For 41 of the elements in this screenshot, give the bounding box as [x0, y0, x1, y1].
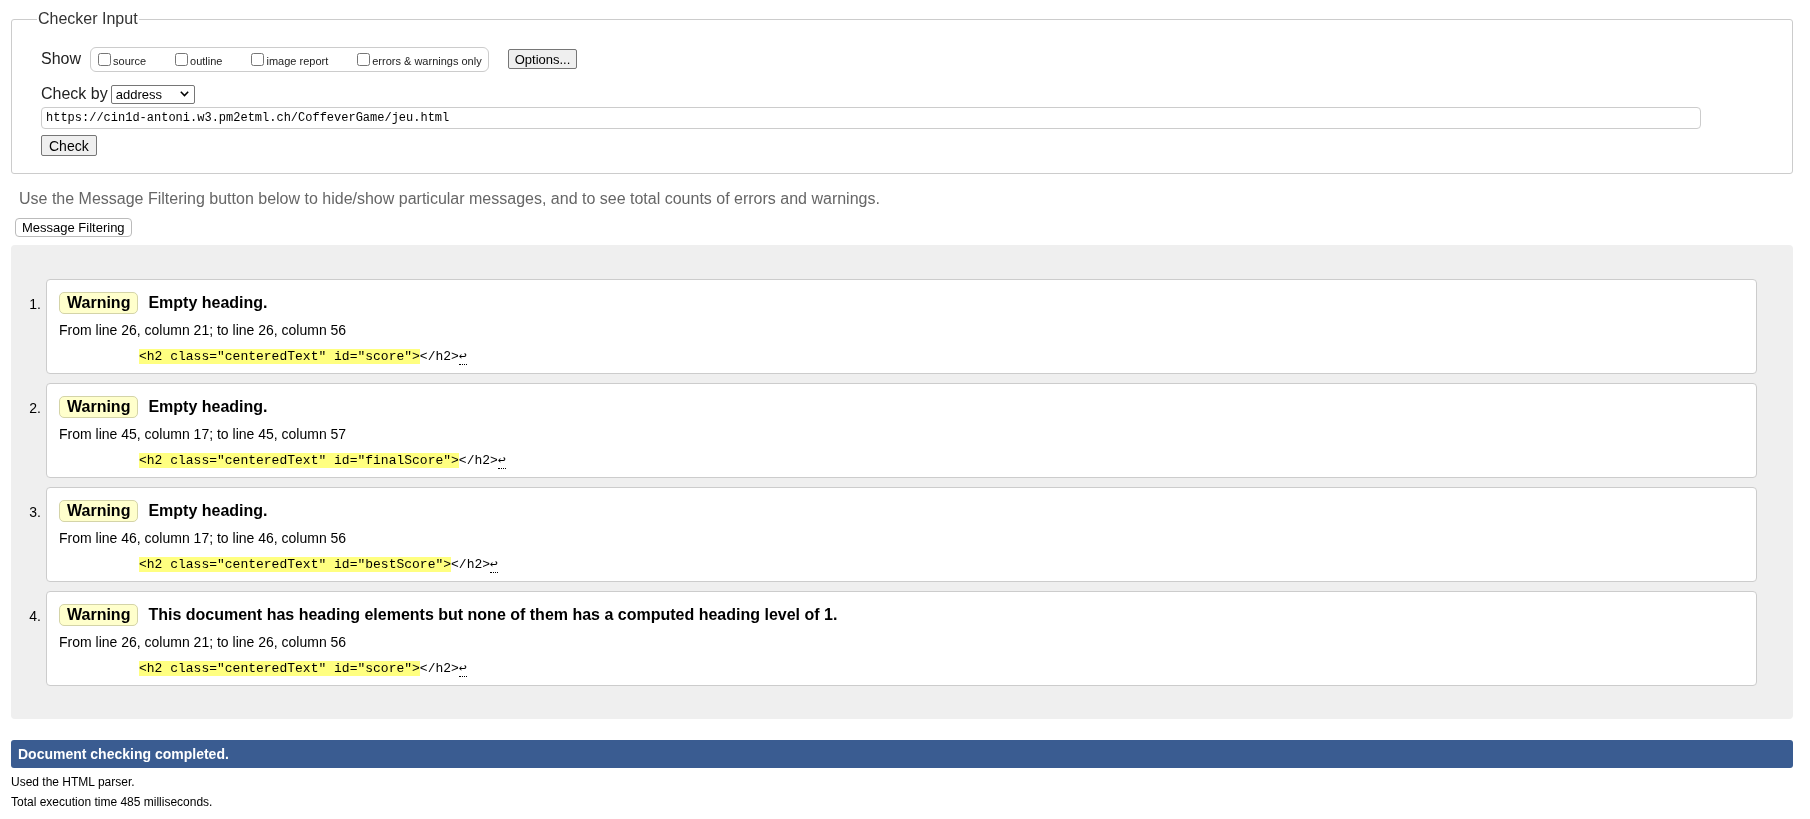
- message-location: From line 45, column 17; to line 45, column 57: [59, 425, 348, 443]
- check-by-label: Check by: [41, 85, 108, 103]
- checkbox-label[interactable]: source: [113, 54, 147, 67]
- show-label: Show: [41, 50, 82, 68]
- code-extract: <h2 class="centeredText" id="score"></h2>: [139, 348, 459, 366]
- message-title: Empty heading.: [148, 501, 268, 521]
- code-extract: <h2 class="centeredText" id="finalScore"></h2>: [139, 452, 498, 470]
- footer-note: Used the HTML parser.: [11, 774, 136, 791]
- footer-note: Total execution time 485 milliseconds.: [11, 794, 214, 811]
- check-by-dropdown[interactable]: address: [110, 84, 195, 104]
- chevron-down-icon: [179, 91, 189, 97]
- message-title: Empty heading.: [148, 397, 268, 417]
- status-bar: Document checking completed.: [11, 740, 1793, 768]
- message-type-badge: Warning: [59, 396, 139, 418]
- section-legend: Checker Input: [37, 9, 139, 29]
- checkbox[interactable]: [357, 52, 371, 66]
- checkbox[interactable]: [251, 52, 265, 66]
- message-location: From line 26, column 21; to line 26, column 56: [59, 321, 348, 339]
- checkbox[interactable]: [98, 52, 112, 66]
- checkbox[interactable]: [175, 52, 189, 66]
- message-number: 4.: [29, 607, 41, 626]
- check-button[interactable]: Check: [41, 135, 97, 156]
- message-type-badge: Warning: [59, 604, 139, 626]
- message-number: 3.: [29, 503, 41, 522]
- message-type-badge: Warning: [59, 292, 139, 314]
- message-location: From line 46, column 17; to line 46, column 56: [59, 529, 348, 547]
- filter-hint: Use the Message Filtering button below to hide/show particular messages, and to see total counts of errors and warnings.: [19, 189, 881, 209]
- checkbox-label[interactable]: outline: [190, 54, 223, 67]
- code-extract: <h2 class="centeredText" id="bestScore"></h2>: [139, 556, 491, 574]
- message-location: From line 26, column 21; to line 26, column 56: [59, 633, 348, 651]
- message-filtering-button[interactable]: Message Filtering: [15, 218, 132, 237]
- address-field[interactable]: https://cin1d-antoni.w3.pm2etml.ch/CoffeverGame/jeu.html: [41, 107, 1701, 129]
- checkbox-label[interactable]: errors & warnings only: [372, 54, 482, 67]
- message-number: 2.: [29, 399, 41, 418]
- options-button[interactable]: Options...: [507, 49, 578, 69]
- code-extract: <h2 class="centeredText" id="score"></h2>: [139, 660, 459, 678]
- message-title: Empty heading.: [148, 293, 268, 313]
- checkbox-label[interactable]: image report: [266, 54, 329, 67]
- message-number: 1.: [29, 295, 41, 314]
- message-type-badge: Warning: [59, 500, 139, 522]
- message-title: This document has heading elements but none of them has a computed heading level of 1.: [148, 605, 838, 625]
